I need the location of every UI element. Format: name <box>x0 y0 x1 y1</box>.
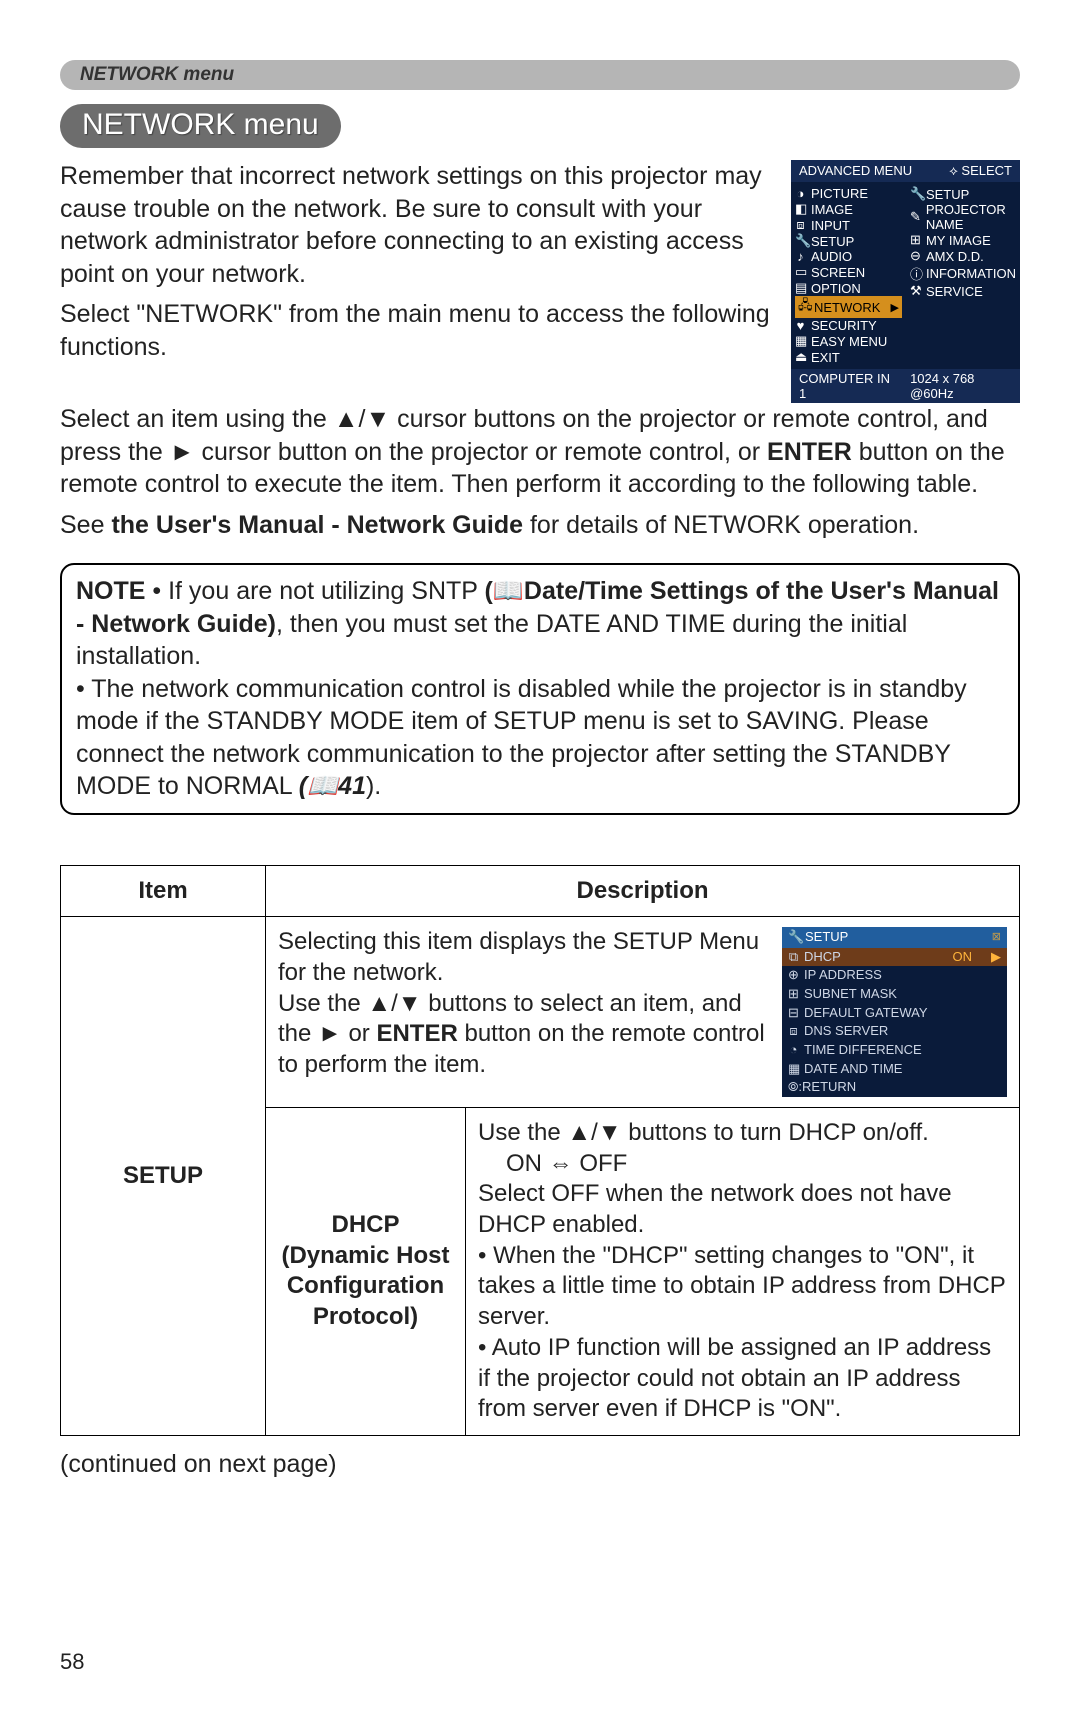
description-table: Item Description SETUP 🔧SETUP ⊠ ⧉DHCPON▶… <box>60 865 1020 1437</box>
osd-setup-selected: ⧉DHCPON▶ <box>782 948 1007 967</box>
osd-setup-menu: 🔧SETUP ⊠ ⧉DHCPON▶ ⊕IP ADDRESS ⊞SUBNET MA… <box>782 927 1007 1097</box>
header-bar: NETWORK menu <box>60 60 1020 90</box>
intro-paragraph-1: Remember that incorrect network settings… <box>60 160 779 290</box>
osd-title: ADVANCED MENU <box>799 163 912 179</box>
continued-note: (continued on next page) <box>60 1450 1020 1479</box>
note-box: NOTE • If you are not utilizing SNTP (📖D… <box>60 563 1020 815</box>
table-header-description: Description <box>266 865 1020 917</box>
osd-advanced-menu: ADVANCED MENU ⟡ SELECT ◑PICTURE ◧IMAGE ⧈… <box>791 160 1020 403</box>
osd-left-column: ◑PICTURE ◧IMAGE ⧈INPUT 🔧SETUP ♪AUDIO ▭SC… <box>791 182 906 369</box>
dhcp-description: Use the ▲/▼ buttons to turn DHCP on/off.… <box>466 1107 1020 1435</box>
header-bar-text: NETWORK menu <box>80 64 234 86</box>
setup-description: 🔧SETUP ⊠ ⧉DHCPON▶ ⊕IP ADDRESS ⊞SUBNET MA… <box>266 917 1020 1108</box>
table-header-item: Item <box>61 865 266 917</box>
intro-paragraph-2: Select "NETWORK" from the main menu to a… <box>60 298 779 363</box>
osd-right-column: 🔧SETUP ✎PROJECTOR NAME ⊞MY IMAGE ⊖AMX D.… <box>906 182 1020 369</box>
body-paragraph-1: Select an item using the ▲/▼ cursor butt… <box>60 403 1020 501</box>
note-label: NOTE <box>76 577 145 605</box>
close-icon: ⊠ <box>992 930 1001 944</box>
osd-select-hint: ⟡ SELECT <box>949 163 1012 179</box>
osd-resolution: 1024 x 768 @60Hz <box>910 371 1012 401</box>
body-paragraph-2: See the User's Manual - Network Guide fo… <box>60 509 1020 542</box>
page-number: 58 <box>60 1649 1020 1675</box>
page-title: NETWORK menu <box>60 104 341 148</box>
osd-input-source: COMPUTER IN 1 <box>799 371 892 401</box>
setup-item: SETUP <box>61 917 266 1436</box>
dhcp-item: DHCP (Dynamic Host Configuration Protoco… <box>266 1107 466 1435</box>
osd-left-selected: 🖧NETWORK▶ <box>795 296 902 318</box>
